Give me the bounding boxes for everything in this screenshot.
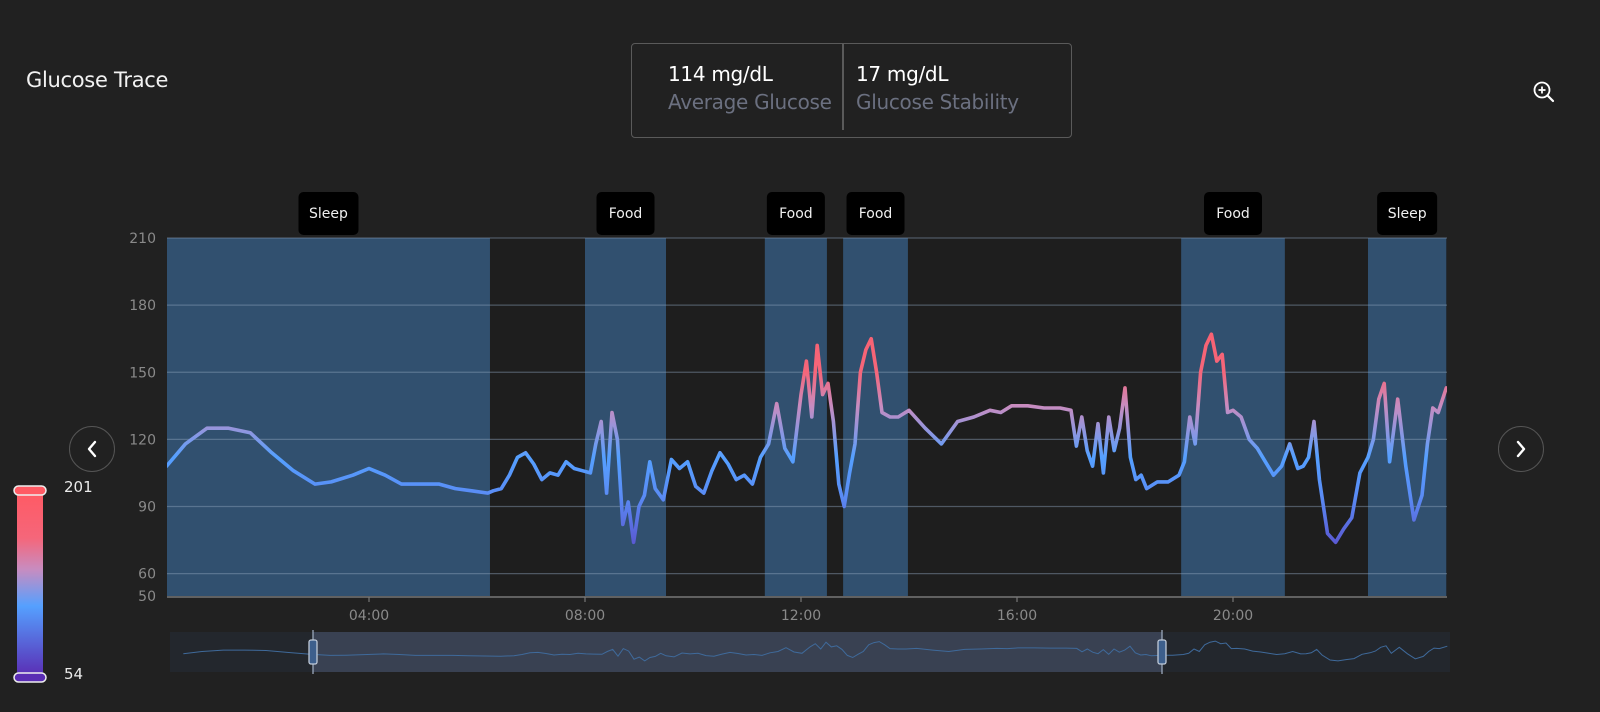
- legend-max-label: 201: [64, 478, 93, 496]
- navigator-handle-right[interactable]: [1157, 639, 1167, 665]
- range-navigator[interactable]: [170, 630, 1450, 674]
- y-tick-label: 150: [129, 365, 156, 381]
- y-tick-label: 180: [129, 298, 156, 314]
- y-tick-label: 120: [129, 432, 156, 448]
- y-tick-label: 210: [129, 231, 156, 247]
- x-tick-label: 20:00: [1213, 608, 1253, 624]
- y-tick-label: 60: [138, 567, 156, 583]
- event-band-sleep: [167, 238, 490, 596]
- event-band-sleep: [1368, 238, 1447, 596]
- event-tag-label: Food: [1216, 206, 1250, 222]
- navigator-handle-left[interactable]: [308, 639, 318, 665]
- legend-min-cap: [13, 672, 47, 683]
- navigator-selection: [313, 632, 1162, 672]
- x-tick-label: 04:00: [349, 608, 389, 624]
- glucose-chart: 50 60 90 120 150 180 210 04:00 08:00 12:00 16:00 2…: [13, 192, 1450, 683]
- event-tag-label: Food: [859, 206, 893, 222]
- legend-max-cap: [13, 485, 47, 496]
- x-tick-label: 12:00: [781, 608, 821, 624]
- event-tag-label: Sleep: [309, 206, 348, 222]
- event-tag-label: Sleep: [1388, 206, 1427, 222]
- y-tick-label: 90: [138, 500, 156, 516]
- color-legend-bar: [17, 492, 43, 676]
- event-band-food: [585, 238, 666, 596]
- event-tag-label: Food: [609, 206, 643, 222]
- x-tick-label: 16:00: [997, 608, 1037, 624]
- x-axis: 04:00 08:00 12:00 16:00 20:00: [167, 596, 1447, 624]
- y-axis-ticks: 50 60 90 120 150 180 210: [129, 231, 156, 605]
- event-tags: Sleep Food Food Food Food Sleep: [298, 192, 1438, 235]
- event-bands: [167, 238, 1447, 596]
- y-tick-label: 50: [138, 589, 156, 605]
- x-tick-label: 08:00: [565, 608, 605, 624]
- event-tag-label: Food: [779, 206, 813, 222]
- legend-min-label: 54: [64, 665, 84, 683]
